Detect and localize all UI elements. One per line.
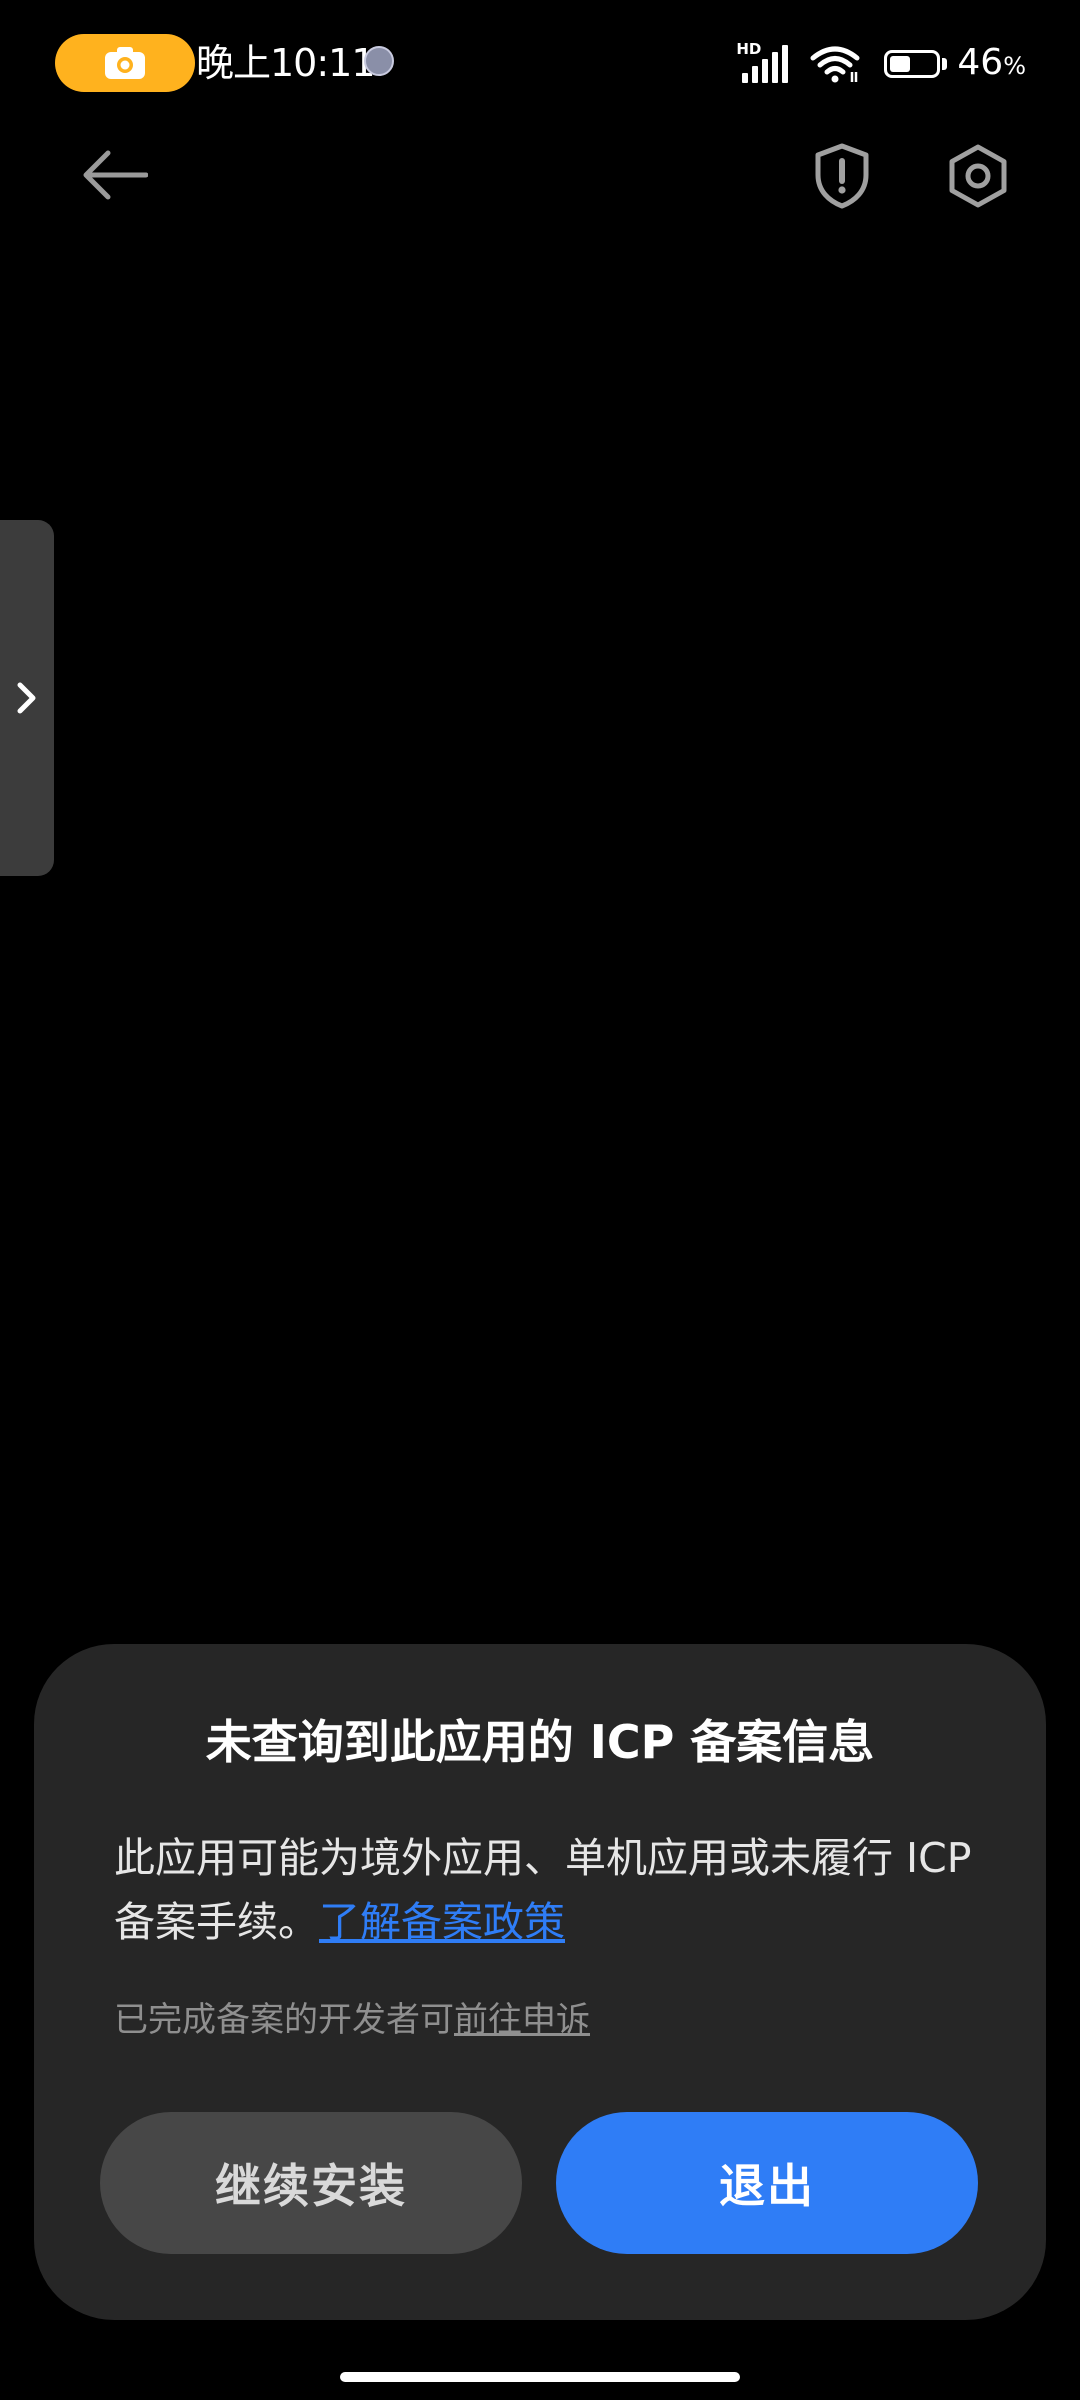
back-button[interactable]: [70, 140, 160, 210]
security-button[interactable]: [800, 138, 884, 214]
chevron-right-icon: [17, 682, 36, 714]
policy-link[interactable]: 了解备案政策: [319, 1898, 565, 1946]
clock-time: 晚上10:11: [196, 41, 376, 85]
battery-percentage: 46%: [957, 41, 1026, 83]
camera-icon: [105, 47, 145, 79]
screen-recording-indicator[interactable]: [55, 34, 195, 92]
icp-warning-dialog: 未查询到此应用的 ICP 备案信息 此应用可能为境外应用、单机应用或未履行 IC…: [34, 1644, 1046, 2320]
settings-button[interactable]: [936, 138, 1020, 214]
arrow-left-icon: [83, 150, 148, 200]
shield-alert-icon: [815, 143, 869, 209]
appeal-link[interactable]: 前往申诉: [454, 2000, 590, 2040]
gear-icon: [949, 144, 1007, 208]
cellular-signal-icon: HD: [736, 41, 792, 87]
dialog-message: 此应用可能为境外应用、单机应用或未履行 ICP 备案手续。了解备案政策: [114, 1826, 994, 1954]
notification-app-icon: [364, 46, 394, 76]
continue-install-button[interactable]: 继续安装: [100, 2112, 522, 2254]
side-panel-handle[interactable]: [0, 520, 54, 876]
home-indicator[interactable]: [340, 2372, 740, 2382]
wifi-icon: [810, 46, 860, 83]
dialog-title: 未查询到此应用的 ICP 备案信息: [205, 1715, 875, 1769]
appeal-hint-text: 已完成备案的开发者可: [114, 2000, 454, 2040]
exit-button[interactable]: 退出: [556, 2112, 978, 2254]
status-bar: 晚上10:11 HD 46%: [0, 0, 1080, 128]
developer-appeal-hint: 已完成备案的开发者可前往申诉: [114, 1994, 994, 2046]
battery-icon: [884, 50, 948, 78]
